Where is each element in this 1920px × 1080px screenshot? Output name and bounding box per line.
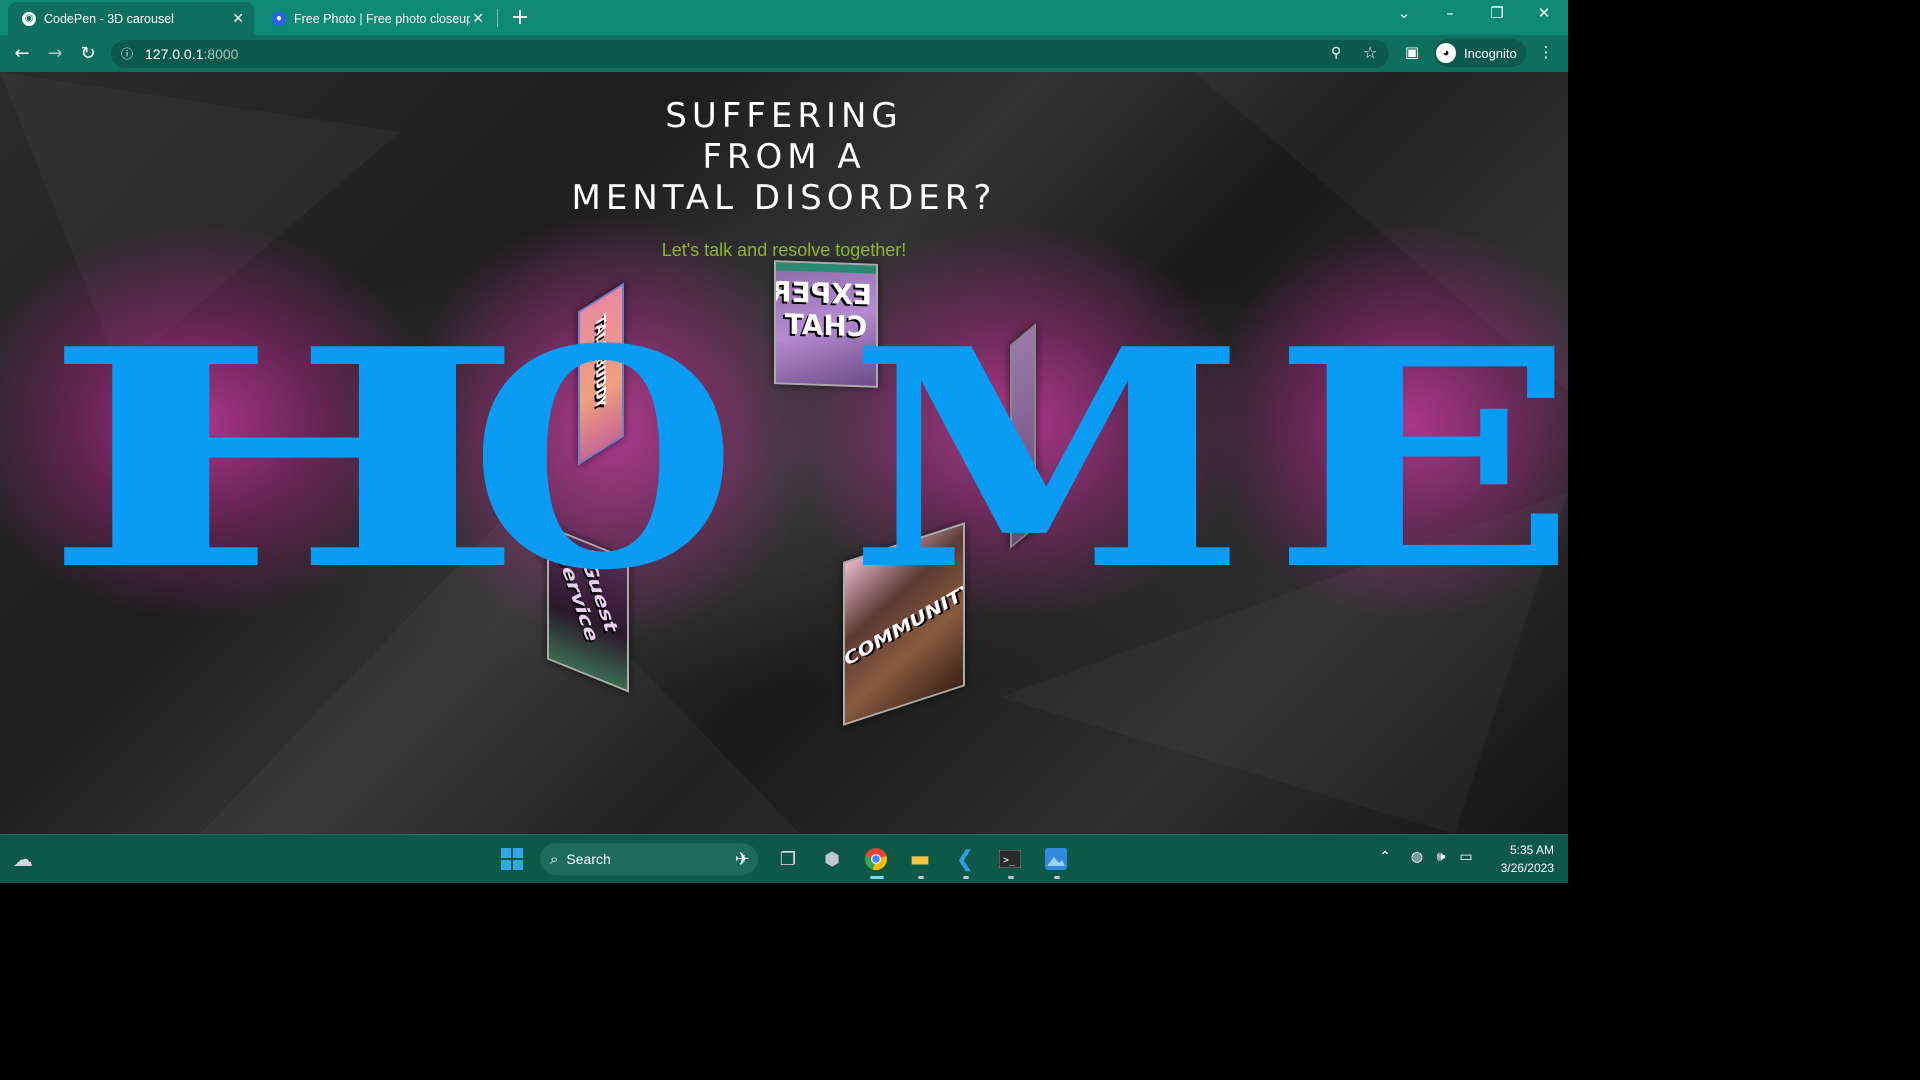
heading-line: FROM A bbox=[702, 137, 866, 177]
tab-title: Free Photo | Free photo closeup bbox=[294, 11, 470, 26]
new-tab-button[interactable]: + bbox=[510, 5, 530, 30]
back-button[interactable]: ← bbox=[11, 43, 33, 64]
browser-tab-bar: ◉ CodePen - 3D carousel ✕ ● Free Photo |… bbox=[0, 0, 1568, 35]
info-icon[interactable]: ⓘ bbox=[121, 45, 133, 62]
url-text: 127.0.0.1:8000 bbox=[145, 46, 238, 62]
home-letter-e: E bbox=[1270, 283, 1568, 636]
side-panel-icon[interactable]: ▣ bbox=[1401, 43, 1423, 61]
close-window-button[interactable]: ✕ bbox=[1529, 4, 1559, 22]
widgets-icon: ✈ bbox=[734, 848, 750, 869]
tab-codepen[interactable]: ◉ CodePen - 3D carousel ✕ bbox=[8, 2, 254, 35]
close-tab-icon[interactable]: ✕ bbox=[232, 10, 244, 27]
weather-icon[interactable]: ☁ bbox=[11, 847, 35, 871]
hero-subtitle: Let's talk and resolve together! bbox=[661, 240, 907, 260]
browser-toolbar: ← → ↻ ⓘ 127.0.0.1:8000 ⚲ ☆ ▣ ◕ Incognito… bbox=[0, 35, 1568, 72]
reload-button[interactable]: ↻ bbox=[77, 43, 99, 64]
show-hidden-icons-icon[interactable]: ⌃ bbox=[1376, 849, 1394, 865]
restore-button[interactable]: ❐ bbox=[1482, 4, 1512, 22]
clock-time: 5:35 AM bbox=[1509, 843, 1554, 857]
system-clock[interactable]: 5:35 AM 3/26/2023 bbox=[1488, 841, 1554, 877]
tab-search-icon[interactable]: ⌄ bbox=[1389, 4, 1419, 22]
task-view-icon[interactable]: ❐ bbox=[776, 847, 800, 871]
location-icon[interactable]: ⚲ bbox=[1331, 45, 1341, 61]
windows-start-icon[interactable] bbox=[500, 847, 524, 871]
volume-icon[interactable]: 🕪 bbox=[1432, 849, 1450, 865]
photos-icon[interactable] bbox=[1044, 847, 1068, 871]
forward-button[interactable]: → bbox=[44, 43, 66, 64]
url-port: :8000 bbox=[203, 46, 239, 62]
tab-title: CodePen - 3D carousel bbox=[44, 11, 174, 26]
tab-divider bbox=[497, 9, 498, 27]
profile-label: Incognito bbox=[1464, 45, 1517, 61]
menu-icon[interactable]: ⋮ bbox=[1535, 43, 1557, 61]
windows-taskbar: ☁ ⌕ Search ✈ ❐ ⬢ ▬ ❮ >_ ⌃ ◍ 🕪 ▭ 5:35 AM … bbox=[0, 834, 1568, 883]
vscode-icon[interactable]: ❮ bbox=[953, 847, 977, 872]
web-page: SUFFERING FROM A MENTAL DISORDER? Let's … bbox=[0, 72, 1568, 834]
active-app-indicator bbox=[870, 876, 884, 879]
running-app-indicator bbox=[1054, 876, 1060, 879]
running-app-indicator bbox=[1008, 876, 1014, 879]
hero-heading: SUFFERING FROM A MENTAL DISORDER? bbox=[0, 96, 1568, 219]
minimize-button[interactable]: – bbox=[1435, 4, 1465, 22]
network-icon[interactable]: ◍ bbox=[1408, 849, 1426, 865]
file-explorer-icon[interactable]: ▬ bbox=[908, 847, 932, 872]
bookmark-star-icon[interactable]: ☆ bbox=[1363, 43, 1377, 62]
incognito-icon: ◕ bbox=[1436, 43, 1456, 63]
app-icon[interactable]: ⬢ bbox=[820, 847, 844, 871]
clock-date: 3/26/2023 bbox=[1500, 861, 1554, 875]
heading-line: SUFFERING bbox=[665, 96, 903, 136]
svg-text:>_: >_ bbox=[1003, 855, 1016, 866]
card-header-strip bbox=[776, 262, 876, 274]
search-icon: ⌕ bbox=[550, 850, 559, 868]
heading-line: MENTAL DISORDER? bbox=[571, 178, 997, 218]
taskbar-search[interactable]: ⌕ Search ✈ bbox=[540, 843, 758, 875]
running-app-indicator bbox=[918, 876, 924, 879]
chrome-icon[interactable] bbox=[864, 847, 888, 871]
running-app-indicator bbox=[963, 876, 969, 879]
tab-free-photo[interactable]: ● Free Photo | Free photo closeup ✕ bbox=[258, 2, 494, 35]
home-letter-m: M bbox=[848, 283, 1247, 636]
search-label: Search bbox=[566, 851, 611, 867]
address-bar[interactable]: ⓘ 127.0.0.1:8000 ⚲ ☆ bbox=[111, 40, 1389, 68]
globe-icon: ◉ bbox=[22, 11, 36, 26]
terminal-icon[interactable]: >_ bbox=[998, 847, 1022, 871]
incognito-profile-button[interactable]: ◕ Incognito bbox=[1434, 39, 1526, 67]
home-letter-h: H bbox=[40, 283, 528, 636]
freepik-icon: ● bbox=[272, 11, 286, 26]
url-host: 127.0.0.1 bbox=[145, 46, 204, 62]
close-tab-icon[interactable]: ✕ bbox=[472, 10, 484, 27]
battery-icon[interactable]: ▭ bbox=[1457, 849, 1475, 865]
home-letter-o: O bbox=[470, 283, 737, 636]
